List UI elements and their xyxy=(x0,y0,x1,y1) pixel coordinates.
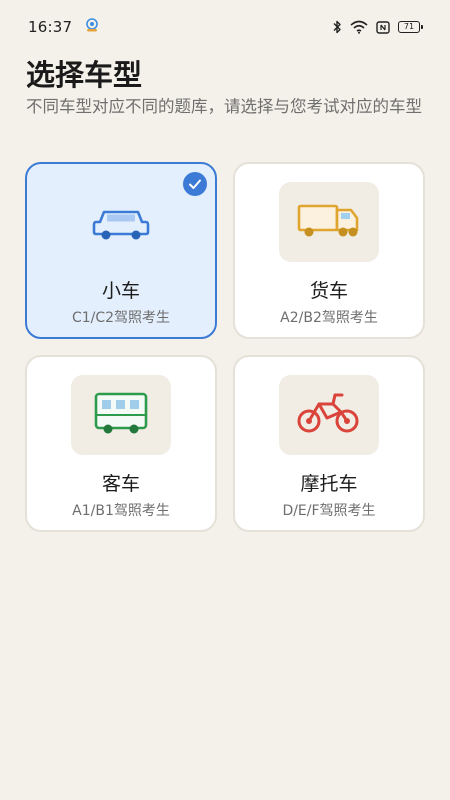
nfc-icon xyxy=(376,20,390,34)
status-time: 16:37 xyxy=(28,18,73,36)
page-subtitle: 不同车型对应不同的题库，请选择与您考试对应的车型 xyxy=(26,97,422,116)
screen: 16:37 71 选择车型 不同车型对应不同的题库，请选择与您考试对应的车型 小… xyxy=(0,0,450,800)
status-bar: 16:37 71 xyxy=(0,0,450,54)
notification-icon xyxy=(84,17,100,37)
bluetooth-icon xyxy=(332,20,342,34)
car-icon xyxy=(92,198,150,246)
motorcycle-icon-box xyxy=(279,375,379,455)
status-right: 71 xyxy=(332,20,423,34)
vehicle-card-motorcycle[interactable]: 摩托车 D/E/F驾照考生 xyxy=(233,355,425,532)
vehicle-card-desc: C1/C2驾照考生 xyxy=(71,310,171,326)
vehicle-card-desc: D/E/F驾照考生 xyxy=(282,503,376,519)
vehicle-card-title: 客车 xyxy=(101,473,140,495)
page-title: 选择车型 xyxy=(26,58,143,92)
vehicle-card-bus[interactable]: 客车 A1/B1驾照考生 xyxy=(25,355,217,532)
motorcycle-icon xyxy=(295,390,363,440)
vehicle-card-title: 摩托车 xyxy=(300,473,358,495)
vehicle-card-title: 小车 xyxy=(101,280,140,302)
bus-icon-box xyxy=(71,375,171,455)
vehicle-card-title: 货车 xyxy=(309,280,348,302)
bus-icon xyxy=(94,391,148,439)
car-icon-box xyxy=(71,182,171,262)
battery-icon: 71 xyxy=(398,21,423,33)
status-left: 16:37 xyxy=(28,17,100,37)
selected-check-icon xyxy=(183,172,207,196)
vehicle-card-desc: A1/B1驾照考生 xyxy=(72,503,170,519)
vehicle-type-grid: 小车 C1/C2驾照考生 货车 A2/B2驾照考生 客车 A1/B1驾照考生 摩… xyxy=(25,162,425,532)
truck-icon-box xyxy=(279,182,379,262)
vehicle-card-truck[interactable]: 货车 A2/B2驾照考生 xyxy=(233,162,425,339)
vehicle-card-desc: A2/B2驾照考生 xyxy=(280,310,378,326)
wifi-icon xyxy=(350,20,368,34)
truck-icon xyxy=(297,200,361,244)
vehicle-card-car[interactable]: 小车 C1/C2驾照考生 xyxy=(25,162,217,339)
